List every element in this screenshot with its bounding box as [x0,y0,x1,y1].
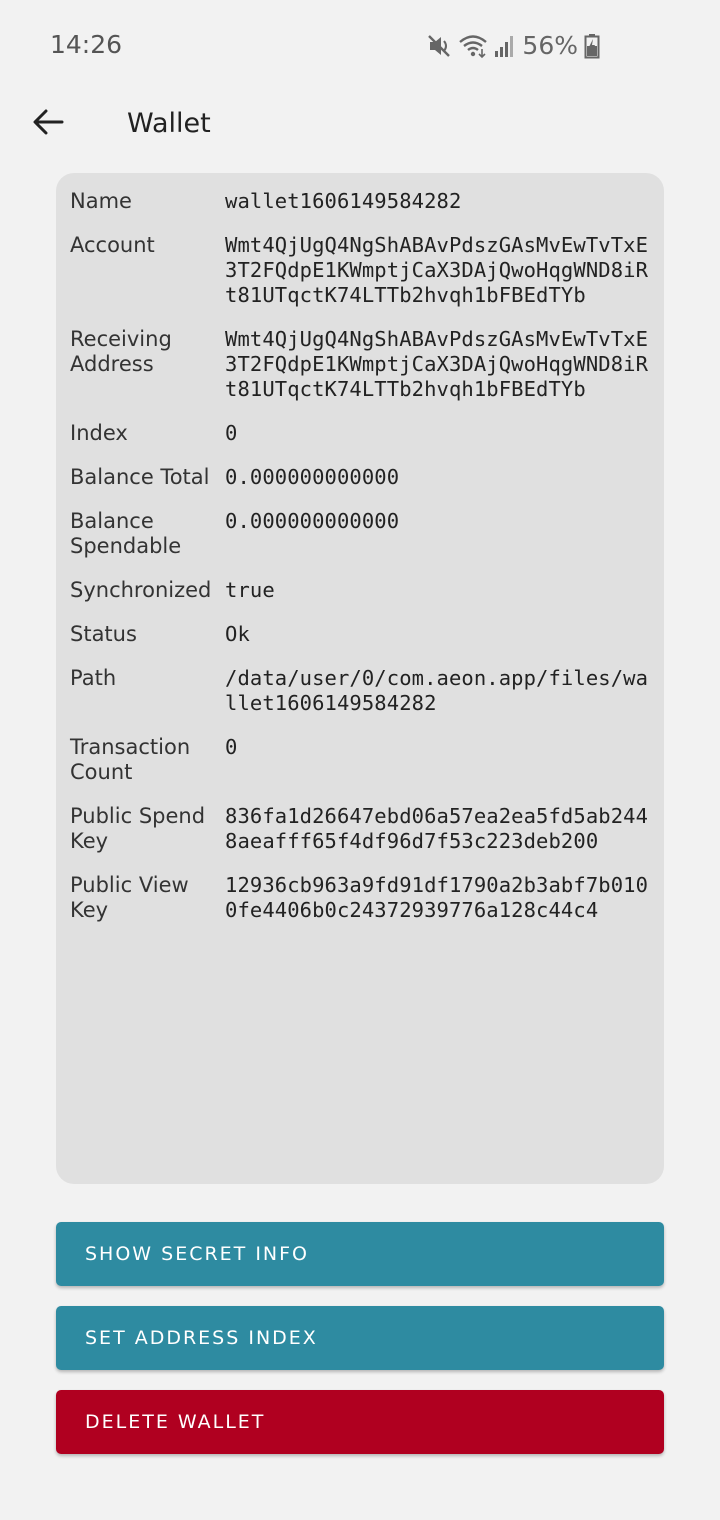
info-row-synchronized: Synchronized true [70,578,650,603]
info-label: Receiving Address [70,327,172,376]
info-value: 0.000000000000 [225,465,400,489]
info-row-path: Path /data/user/0/com.aeon.app/files/wal… [70,666,650,716]
info-row-receiving-address: Receiving Address Wmt4QjUgQ4NgShABAvPdsz… [70,327,650,402]
info-value: true [225,578,275,602]
battery-icon [584,33,600,59]
back-button[interactable] [24,96,72,152]
info-row-status: Status Ok [70,622,650,647]
info-row-public-spend-key: Public Spend Key 836fa1d26647ebd06a57ea2… [70,804,650,854]
wallet-info-card: Name wallet1606149584282 Account Wmt4QjU… [56,173,664,1184]
info-label: Status [70,622,137,646]
info-value: Wmt4QjUgQ4NgShABAvPdszGAsMvEwTvTxE3T2FQd… [225,233,649,307]
battery-text: 56% [522,31,578,60]
info-value: 0.000000000000 [225,509,400,533]
info-value: 12936cb963a9fd91df1790a2b3abf7b0100fe440… [225,873,649,922]
info-row-account: Account Wmt4QjUgQ4NgShABAvPdszGAsMvEwTvT… [70,233,650,308]
info-label: Account [70,233,155,257]
info-label: Public Spend Key [70,804,206,853]
info-row-index: Index 0 [70,421,650,446]
show-secret-info-button[interactable]: SHOW SECRET INFO [56,1222,664,1286]
arrow-left-icon [32,108,64,141]
info-value: /data/user/0/com.aeon.app/files/wallet16… [225,666,649,715]
status-time: 14:26 [50,30,123,59]
info-row-public-view-key: Public View Key 12936cb963a9fd91df1790a2… [70,873,650,923]
info-value: 0 [225,421,238,445]
info-label: Public View Key [70,873,189,922]
set-address-index-button[interactable]: SET ADDRESS INDEX [56,1306,664,1370]
page-title: Wallet [127,108,211,139]
delete-wallet-button[interactable]: DELETE WALLET [56,1390,664,1454]
info-label: Balance Spendable [70,509,182,558]
info-value: 0 [225,735,238,759]
info-label: Transaction Count [70,735,191,784]
toolbar: Wallet [0,92,720,156]
wifi-icon [458,33,488,59]
info-label: Name [70,189,132,213]
info-row-transaction-count: Transaction Count 0 [70,735,650,785]
info-value: Wmt4QjUgQ4NgShABAvPdszGAsMvEwTvTxE3T2FQd… [225,327,649,401]
info-label: Balance Total [70,465,210,489]
info-row-name: Name wallet1606149584282 [70,189,650,214]
info-row-balance-spendable: Balance Spendable 0.000000000000 [70,509,650,559]
info-value: wallet1606149584282 [225,189,462,213]
status-bar: 14:26 56% [0,0,720,90]
info-label: Index [70,421,128,445]
status-icons: 56% [426,31,600,60]
info-row-balance-total: Balance Total 0.000000000000 [70,465,650,490]
info-label: Synchronized [70,578,212,602]
info-value: Ok [225,622,250,646]
mute-icon [426,33,452,59]
info-value: 836fa1d26647ebd06a57ea2ea5fd5ab2448aeaff… [225,804,649,853]
info-label: Path [70,666,117,690]
signal-icon [494,34,516,58]
